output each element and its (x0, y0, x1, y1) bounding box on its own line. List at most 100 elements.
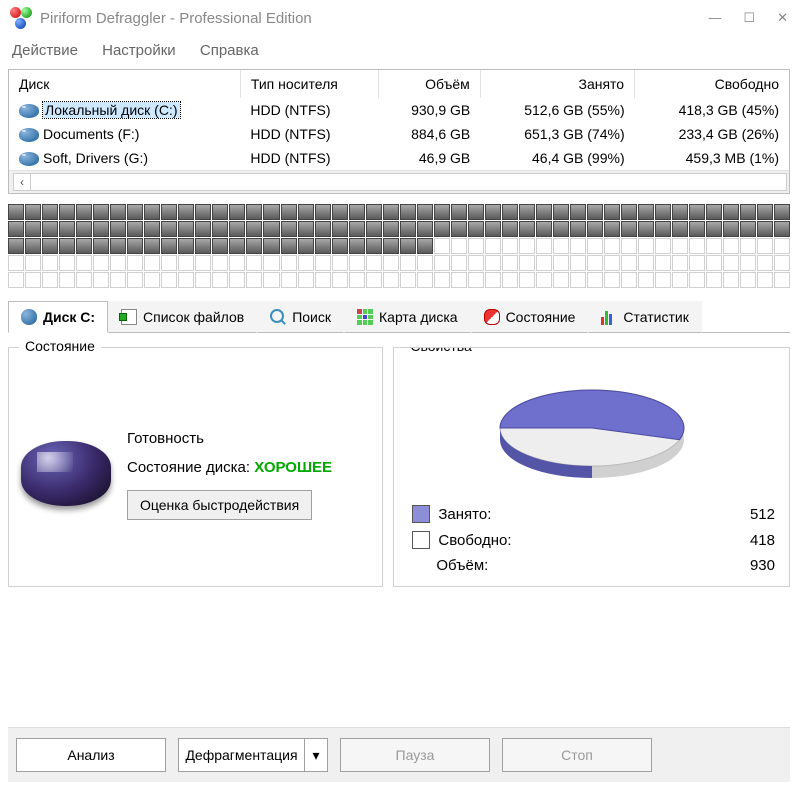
disk-row[interactable]: Soft, Drivers (G:)HDD (NTFS)46,9 GB46,4 … (9, 146, 789, 170)
drive-map-cell[interactable] (178, 221, 194, 237)
drive-map-cell[interactable] (332, 238, 348, 254)
drive-map-cell[interactable] (195, 255, 211, 271)
drive-map-cell[interactable] (25, 204, 41, 220)
drive-map-cell[interactable] (536, 204, 552, 220)
drive-map-cell[interactable] (757, 255, 773, 271)
defrag-dropdown-icon[interactable]: ▾ (305, 739, 327, 771)
drive-map-cell[interactable] (349, 221, 365, 237)
drive-map-cell[interactable] (570, 272, 586, 288)
drive-map-cell[interactable] (349, 272, 365, 288)
drive-map-cell[interactable] (655, 272, 671, 288)
drive-map-cell[interactable] (127, 272, 143, 288)
drive-map-cell[interactable] (655, 204, 671, 220)
drive-map-cell[interactable] (400, 221, 416, 237)
drive-map-cell[interactable] (383, 221, 399, 237)
drive-map-cell[interactable] (485, 238, 501, 254)
drive-map-cell[interactable] (536, 238, 552, 254)
drive-map-cell[interactable] (42, 204, 58, 220)
drive-map-cell[interactable] (59, 272, 75, 288)
drive-map-cell[interactable] (604, 204, 620, 220)
drive-map-cell[interactable] (59, 204, 75, 220)
drive-map-cell[interactable] (468, 238, 484, 254)
drive-map-cell[interactable] (485, 255, 501, 271)
drive-map-cell[interactable] (587, 238, 603, 254)
drive-map-cell[interactable] (655, 255, 671, 271)
drive-map-cell[interactable] (774, 238, 790, 254)
drive-map-cell[interactable] (178, 272, 194, 288)
drive-map-cell[interactable] (706, 255, 722, 271)
drive-map-cell[interactable] (706, 238, 722, 254)
drive-map-cell[interactable] (366, 238, 382, 254)
drive-map-cell[interactable] (434, 238, 450, 254)
maximize-icon[interactable]: ☐ (743, 10, 755, 26)
drive-map-cell[interactable] (723, 204, 739, 220)
drive-map-cell[interactable] (93, 272, 109, 288)
drive-map-cell[interactable] (570, 204, 586, 220)
drive-map-cell[interactable] (332, 221, 348, 237)
drive-map-cell[interactable] (757, 272, 773, 288)
drive-map-cell[interactable] (383, 255, 399, 271)
drive-map-cell[interactable] (332, 204, 348, 220)
defrag-button[interactable]: Дефрагментация ▾ (178, 738, 328, 772)
drive-map-cell[interactable] (502, 238, 518, 254)
drive-map-cell[interactable] (144, 204, 160, 220)
drive-map-cell[interactable] (76, 221, 92, 237)
drive-map-cell[interactable] (212, 238, 228, 254)
tab-health[interactable]: Состояние (471, 301, 589, 333)
drive-map-cell[interactable] (144, 221, 160, 237)
drive-map-cell[interactable] (536, 272, 552, 288)
scroll-left-icon[interactable]: ‹ (13, 173, 31, 191)
pause-button[interactable]: Пауза (340, 738, 490, 772)
drive-map-cell[interactable] (195, 238, 211, 254)
drive-map-cell[interactable] (434, 221, 450, 237)
disk-row[interactable]: Локальный диск (C:)HDD (NTFS)930,9 GB512… (9, 98, 789, 122)
drive-map-cell[interactable] (672, 221, 688, 237)
drive-map-cell[interactable] (774, 204, 790, 220)
drive-map-cell[interactable] (519, 204, 535, 220)
drive-map-cell[interactable] (740, 255, 756, 271)
col-media[interactable]: Тип носителя (240, 70, 378, 98)
tab-search[interactable]: Поиск (257, 301, 344, 333)
drive-map-cell[interactable] (263, 204, 279, 220)
drive-map-cell[interactable] (553, 238, 569, 254)
drive-map-cell[interactable] (246, 255, 262, 271)
drive-map-cell[interactable] (638, 204, 654, 220)
drive-map-cell[interactable] (229, 255, 245, 271)
drive-map-cell[interactable] (740, 238, 756, 254)
drive-map-cell[interactable] (740, 221, 756, 237)
drive-map-cell[interactable] (400, 204, 416, 220)
drive-map-cell[interactable] (93, 221, 109, 237)
drive-map-cell[interactable] (706, 272, 722, 288)
drive-map-cell[interactable] (604, 255, 620, 271)
drive-map-cell[interactable] (144, 272, 160, 288)
stop-button[interactable]: Стоп (502, 738, 652, 772)
drive-map-cell[interactable] (672, 238, 688, 254)
drive-map-cell[interactable] (281, 272, 297, 288)
drive-map-cell[interactable] (127, 221, 143, 237)
drive-map-cell[interactable] (229, 238, 245, 254)
drive-map-cell[interactable] (621, 238, 637, 254)
drive-map-cell[interactable] (76, 255, 92, 271)
drive-map-cell[interactable] (178, 238, 194, 254)
drive-map-cell[interactable] (502, 255, 518, 271)
drive-map-cell[interactable] (672, 272, 688, 288)
drive-map-cell[interactable] (127, 238, 143, 254)
col-used[interactable]: Занято (480, 70, 634, 98)
drive-map-cell[interactable] (110, 255, 126, 271)
drive-map-cell[interactable] (638, 238, 654, 254)
drive-map-cell[interactable] (144, 255, 160, 271)
drive-map-cell[interactable] (298, 255, 314, 271)
drive-map-cell[interactable] (621, 272, 637, 288)
drive-map-cell[interactable] (315, 272, 331, 288)
drive-map-cell[interactable] (553, 272, 569, 288)
drive-map-cell[interactable] (774, 255, 790, 271)
drive-map-cell[interactable] (59, 238, 75, 254)
drive-map-cell[interactable] (144, 238, 160, 254)
drive-map-cell[interactable] (76, 204, 92, 220)
drive-map-cell[interactable] (621, 221, 637, 237)
drive-map-cell[interactable] (263, 238, 279, 254)
drive-map-cell[interactable] (349, 204, 365, 220)
drive-map-cell[interactable] (8, 272, 24, 288)
drive-map-cell[interactable] (468, 255, 484, 271)
drive-map-cell[interactable] (519, 272, 535, 288)
